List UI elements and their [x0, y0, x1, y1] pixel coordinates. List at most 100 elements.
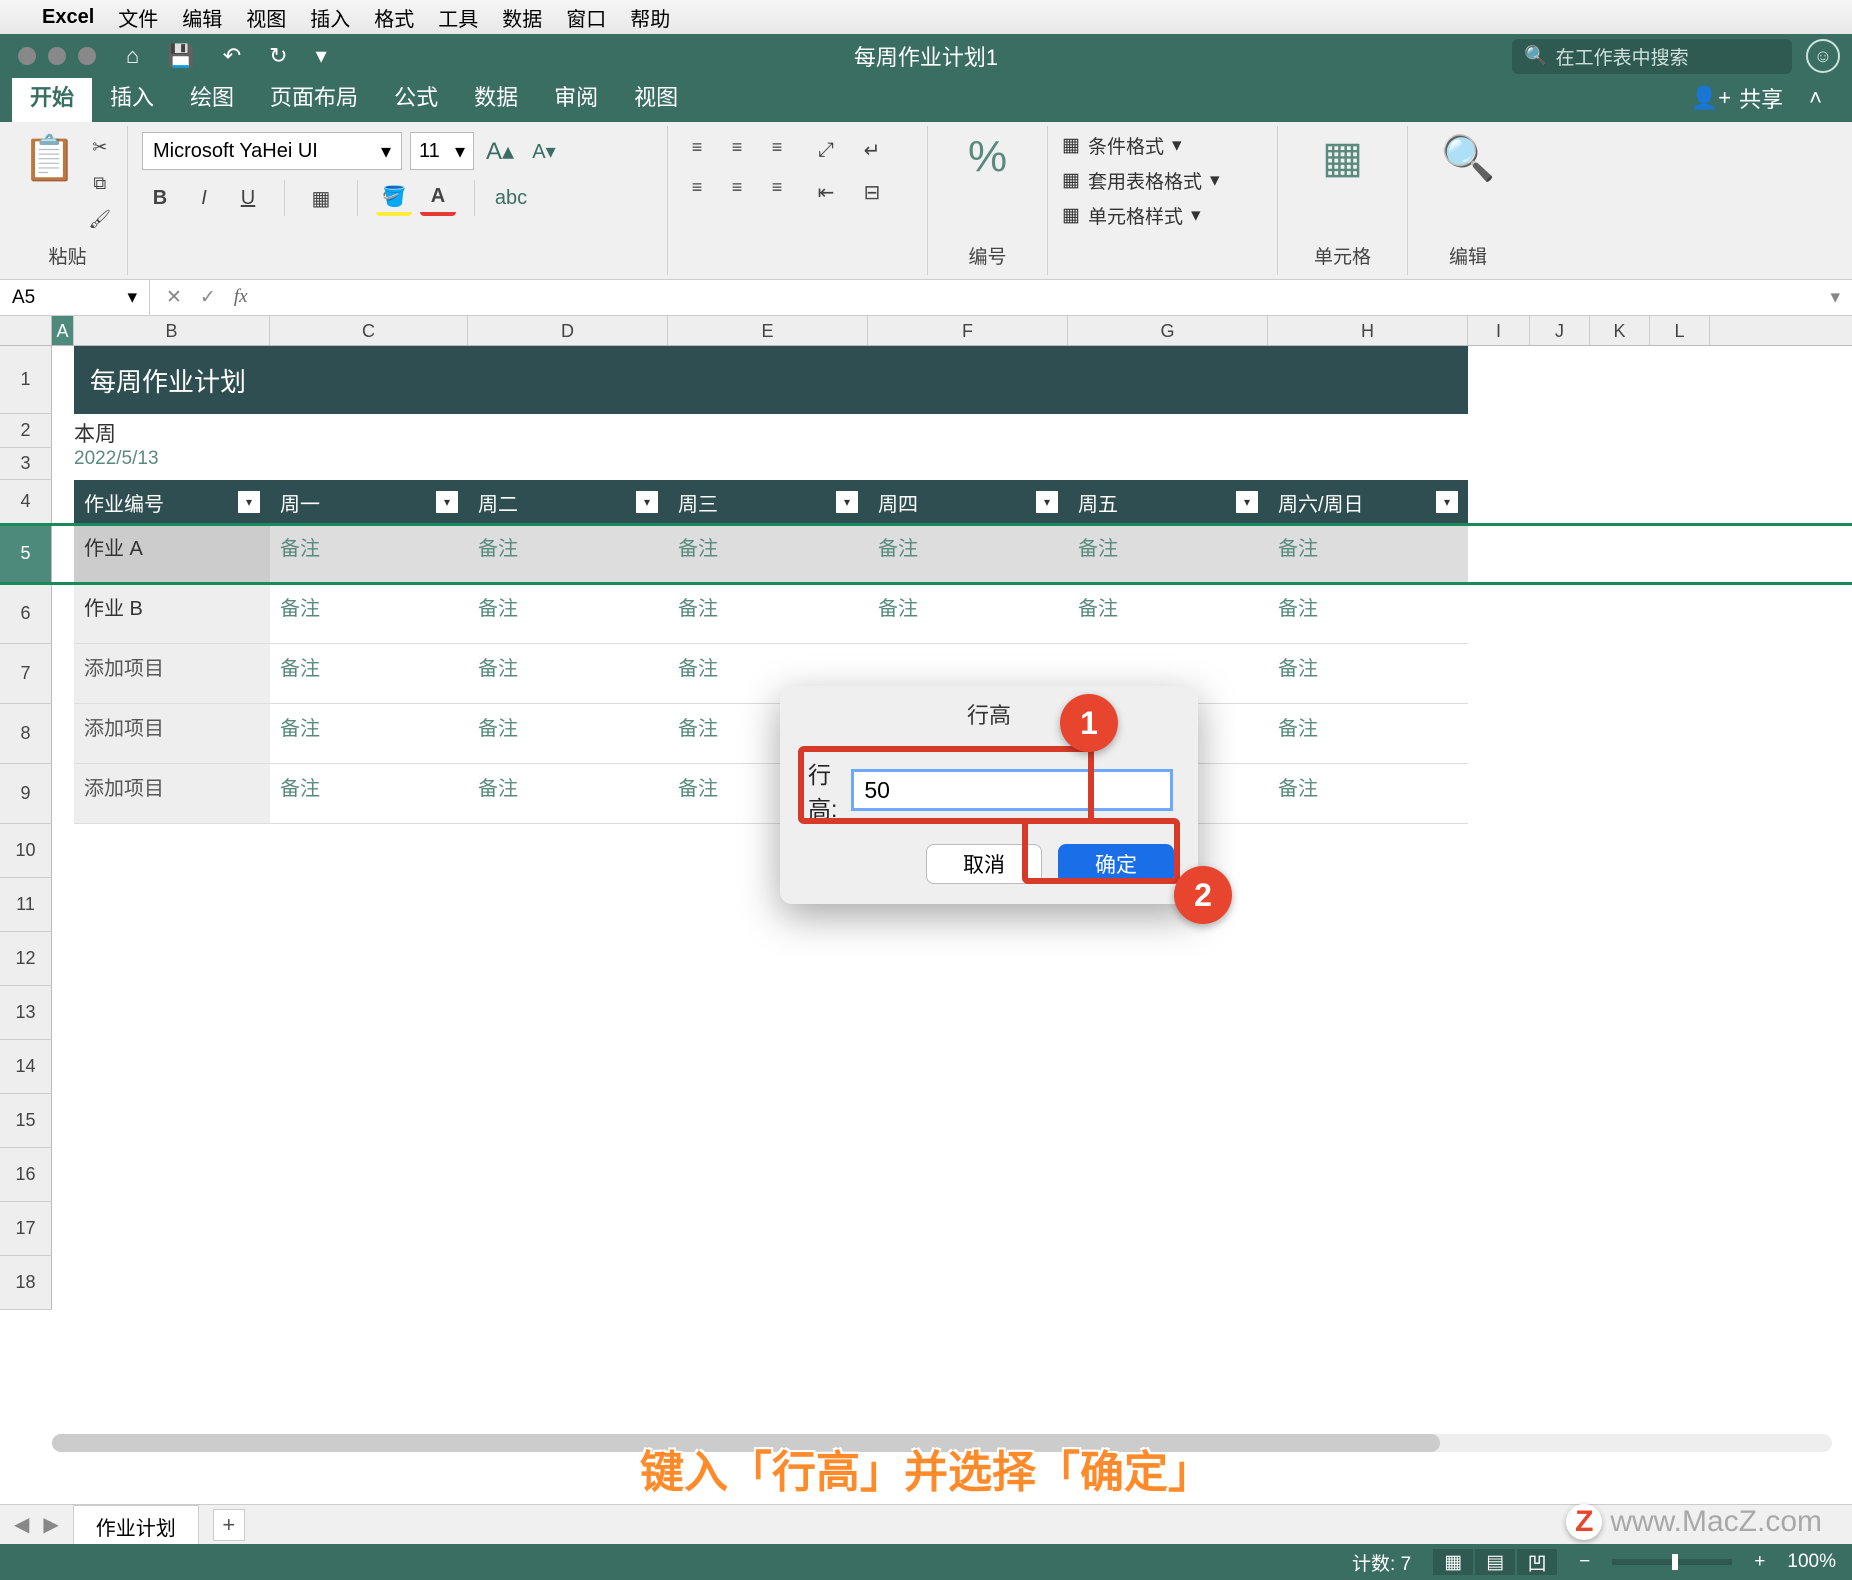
- page-break-view-icon[interactable]: 凹: [1517, 1549, 1557, 1575]
- col-header-k[interactable]: K: [1590, 316, 1650, 345]
- paste-icon[interactable]: 📋: [22, 132, 77, 184]
- italic-icon[interactable]: I: [186, 180, 222, 216]
- zoom-window-icon[interactable]: [78, 47, 96, 65]
- note-cell[interactable]: 备注: [1268, 584, 1468, 644]
- indent-decrease-icon[interactable]: ⇤: [808, 174, 844, 210]
- note-cell[interactable]: 备注: [1268, 704, 1468, 764]
- row-header[interactable]: 12: [0, 932, 52, 986]
- menu-format[interactable]: 格式: [374, 3, 414, 32]
- note-cell[interactable]: 备注: [468, 584, 668, 644]
- col-header-j[interactable]: J: [1530, 316, 1590, 345]
- menu-window[interactable]: 窗口: [566, 3, 606, 32]
- menu-file[interactable]: 文件: [118, 3, 158, 32]
- filter-icon[interactable]: ▾: [836, 491, 858, 513]
- row-header[interactable]: 8: [0, 704, 52, 764]
- add-sheet-button[interactable]: +: [213, 1509, 245, 1541]
- row-id-cell[interactable]: 添加项目: [74, 704, 270, 764]
- col-header-a[interactable]: A: [52, 316, 74, 345]
- date-cell[interactable]: 2022/5/13: [74, 448, 159, 470]
- tab-review[interactable]: 审阅: [536, 72, 616, 122]
- wrap-text-icon[interactable]: ↵: [854, 132, 890, 168]
- tab-data[interactable]: 数据: [456, 72, 536, 122]
- select-all-corner[interactable]: [0, 316, 52, 346]
- align-center-icon[interactable]: ≡: [722, 172, 752, 202]
- qat-customize-icon[interactable]: ▾: [316, 43, 327, 69]
- percent-icon[interactable]: %: [968, 132, 1007, 182]
- zoom-slider[interactable]: [1612, 1559, 1732, 1565]
- row-header-selected[interactable]: 5: [0, 524, 52, 584]
- tab-layout[interactable]: 页面布局: [252, 72, 376, 122]
- redo-icon[interactable]: ↻: [269, 43, 287, 69]
- table-header[interactable]: 作业编号▾: [74, 480, 270, 524]
- note-cell[interactable]: 备注: [270, 524, 468, 584]
- decrease-font-icon[interactable]: A▾: [526, 133, 562, 169]
- subtitle-cell[interactable]: 本周: [74, 418, 116, 448]
- cells-icon[interactable]: ▦: [1322, 132, 1364, 183]
- note-cell[interactable]: 备注: [1268, 644, 1468, 704]
- note-cell[interactable]: 备注: [270, 704, 468, 764]
- cancel-button[interactable]: 取消: [926, 844, 1042, 884]
- merge-cells-icon[interactable]: ⊟: [854, 174, 890, 210]
- underline-icon[interactable]: U: [230, 180, 266, 216]
- share-button[interactable]: 👤+ 共享 ˄: [1673, 74, 1840, 122]
- filter-icon[interactable]: ▾: [436, 491, 458, 513]
- note-cell[interactable]: 备注: [468, 764, 668, 824]
- table-row[interactable]: 添加项目 备注 备注 备注 备注: [74, 644, 1468, 704]
- note-cell[interactable]: 备注: [868, 524, 1068, 584]
- menu-data[interactable]: 数据: [502, 3, 542, 32]
- row-header[interactable]: 6: [0, 584, 52, 644]
- expand-formula-icon[interactable]: ▾: [1818, 286, 1852, 309]
- col-header-e[interactable]: E: [668, 316, 868, 345]
- format-painter-icon[interactable]: 🖌: [85, 204, 115, 234]
- tab-home[interactable]: 开始: [12, 72, 92, 122]
- align-bottom-icon[interactable]: ≡: [762, 132, 792, 162]
- row-header[interactable]: 15: [0, 1094, 52, 1148]
- cancel-formula-icon[interactable]: ✕: [166, 286, 182, 309]
- row-header[interactable]: 10: [0, 824, 52, 878]
- menu-insert[interactable]: 插入: [310, 3, 350, 32]
- row-header[interactable]: 1: [0, 346, 52, 414]
- align-left-icon[interactable]: ≡: [682, 172, 712, 202]
- table-header[interactable]: 周四▾: [868, 480, 1068, 524]
- table-format-button[interactable]: ▦套用表格格式▾: [1062, 167, 1263, 194]
- tab-formulas[interactable]: 公式: [376, 72, 456, 122]
- border-icon[interactable]: ▦: [303, 180, 339, 216]
- note-cell[interactable]: 备注: [1068, 524, 1268, 584]
- table-header[interactable]: 周五▾: [1068, 480, 1268, 524]
- row-id-cell[interactable]: 添加项目: [74, 764, 270, 824]
- row-header[interactable]: 9: [0, 764, 52, 824]
- home-icon[interactable]: ⌂: [126, 43, 139, 69]
- confirm-formula-icon[interactable]: ✓: [200, 286, 216, 309]
- table-row[interactable]: 作业 B 备注 备注 备注 备注 备注 备注: [74, 584, 1468, 644]
- minimize-window-icon[interactable]: [48, 47, 66, 65]
- row-header[interactable]: 2: [0, 414, 52, 448]
- col-header-h[interactable]: H: [1268, 316, 1468, 345]
- table-header[interactable]: 周三▾: [668, 480, 868, 524]
- col-header-l[interactable]: L: [1650, 316, 1710, 345]
- tab-insert[interactable]: 插入: [92, 72, 172, 122]
- align-top-icon[interactable]: ≡: [682, 132, 712, 162]
- zoom-in-icon[interactable]: +: [1754, 1551, 1765, 1573]
- row-header[interactable]: 7: [0, 644, 52, 704]
- increase-font-icon[interactable]: A▴: [482, 133, 518, 169]
- row-header[interactable]: 14: [0, 1040, 52, 1094]
- row-id-cell[interactable]: 作业 B: [74, 584, 270, 644]
- menu-help[interactable]: 帮助: [630, 3, 670, 32]
- col-header-d[interactable]: D: [468, 316, 668, 345]
- note-cell[interactable]: 备注: [270, 584, 468, 644]
- note-cell[interactable]: 备注: [468, 644, 668, 704]
- row-header[interactable]: 17: [0, 1202, 52, 1256]
- col-header-b[interactable]: B: [74, 316, 270, 345]
- normal-view-icon[interactable]: ▦: [1433, 1549, 1473, 1575]
- row-header[interactable]: 11: [0, 878, 52, 932]
- next-sheet-icon[interactable]: ▶: [43, 1512, 58, 1537]
- row-header[interactable]: 16: [0, 1148, 52, 1202]
- orientation-icon[interactable]: ⤢: [808, 132, 844, 168]
- note-cell[interactable]: 备注: [270, 644, 468, 704]
- note-cell[interactable]: 备注: [668, 584, 868, 644]
- font-name-select[interactable]: Microsoft YaHei UI▾: [142, 132, 402, 170]
- row-header[interactable]: 13: [0, 986, 52, 1040]
- row-id-cell[interactable]: 作业 A: [74, 524, 270, 584]
- save-icon[interactable]: 💾: [167, 43, 194, 69]
- table-header[interactable]: 周一▾: [270, 480, 468, 524]
